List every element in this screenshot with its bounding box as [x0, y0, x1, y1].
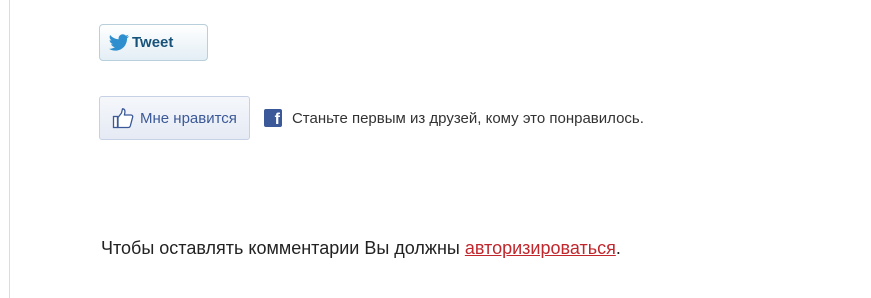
like-social-text: Станьте первым из друзей, кому это понра… — [291, 109, 644, 127]
comment-notice-text: Чтобы оставлять комментарии Вы должны — [101, 238, 465, 258]
tweet-label: Tweet — [132, 34, 174, 51]
like-button[interactable]: Мне нравится — [99, 96, 250, 140]
like-row: Мне нравится f Станьте первым из друзей,… — [99, 96, 644, 140]
login-link[interactable]: авторизироваться — [465, 238, 616, 258]
comment-notice-end: . — [615, 238, 621, 258]
comment-login-notice: Чтобы оставлять комментарии Вы должны ав… — [101, 238, 621, 259]
like-label: Мне нравится — [140, 109, 237, 127]
facebook-icon: f — [263, 109, 282, 128]
thumbs-up-icon — [112, 108, 134, 129]
tweet-button[interactable]: Tweet — [99, 24, 208, 61]
left-divider — [9, 0, 10, 298]
twitter-bird-icon — [108, 33, 130, 51]
page: Tweet Мне нравится f Станьте первым из д… — [0, 0, 871, 298]
